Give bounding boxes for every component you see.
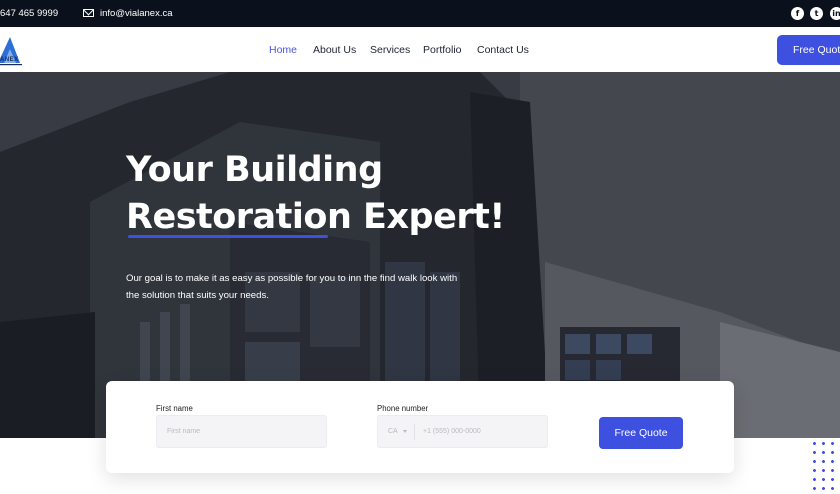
- facebook-icon[interactable]: f: [791, 7, 804, 20]
- top-contact-bar: 647 465 9999 info@vialanex.ca f t in: [0, 0, 840, 27]
- phone-number-label: Phone number: [377, 404, 429, 413]
- quote-form-card: First name First name Phone number CA +1…: [106, 381, 734, 473]
- header-free-quote-button[interactable]: Free Quote: [777, 35, 840, 65]
- nav-services[interactable]: Services: [370, 44, 410, 56]
- nav-home[interactable]: Home: [269, 44, 297, 56]
- logo-text: ANEX: [0, 57, 19, 63]
- decorative-dot-grid: [810, 439, 840, 494]
- hero-title-line-2: Restoration Expert!: [126, 197, 505, 237]
- main-navigation: ANEX Home About Us Services Portfolio Co…: [0, 27, 840, 72]
- hero-title-line-1: Your Building: [126, 150, 383, 190]
- email-link[interactable]: info@vialanex.ca: [100, 8, 173, 19]
- country-code-select[interactable]: CA: [388, 416, 398, 447]
- twitter-icon[interactable]: t: [810, 7, 823, 20]
- first-name-label: First name: [156, 404, 193, 413]
- linkedin-icon[interactable]: in: [830, 7, 840, 20]
- first-name-input[interactable]: First name: [156, 415, 327, 448]
- chevron-down-icon: [403, 430, 407, 433]
- free-quote-button[interactable]: Free Quote: [599, 417, 683, 449]
- nav-contact-us[interactable]: Contact Us: [477, 44, 529, 56]
- phone-number[interactable]: 647 465 9999: [0, 8, 58, 19]
- envelope-icon: [83, 9, 94, 17]
- hero-title: Your Building Restoration Expert!: [126, 147, 505, 241]
- divider: [414, 424, 415, 440]
- phone-placeholder: +1 (555) 000-0000: [423, 428, 481, 435]
- nav-portfolio[interactable]: Portfolio: [423, 44, 462, 56]
- hero-subtitle: Our goal is to make it as easy as possib…: [126, 273, 458, 301]
- title-underline: [128, 235, 328, 238]
- nav-about-us[interactable]: About Us: [313, 44, 356, 56]
- phone-number-input[interactable]: CA +1 (555) 000-0000: [377, 415, 548, 448]
